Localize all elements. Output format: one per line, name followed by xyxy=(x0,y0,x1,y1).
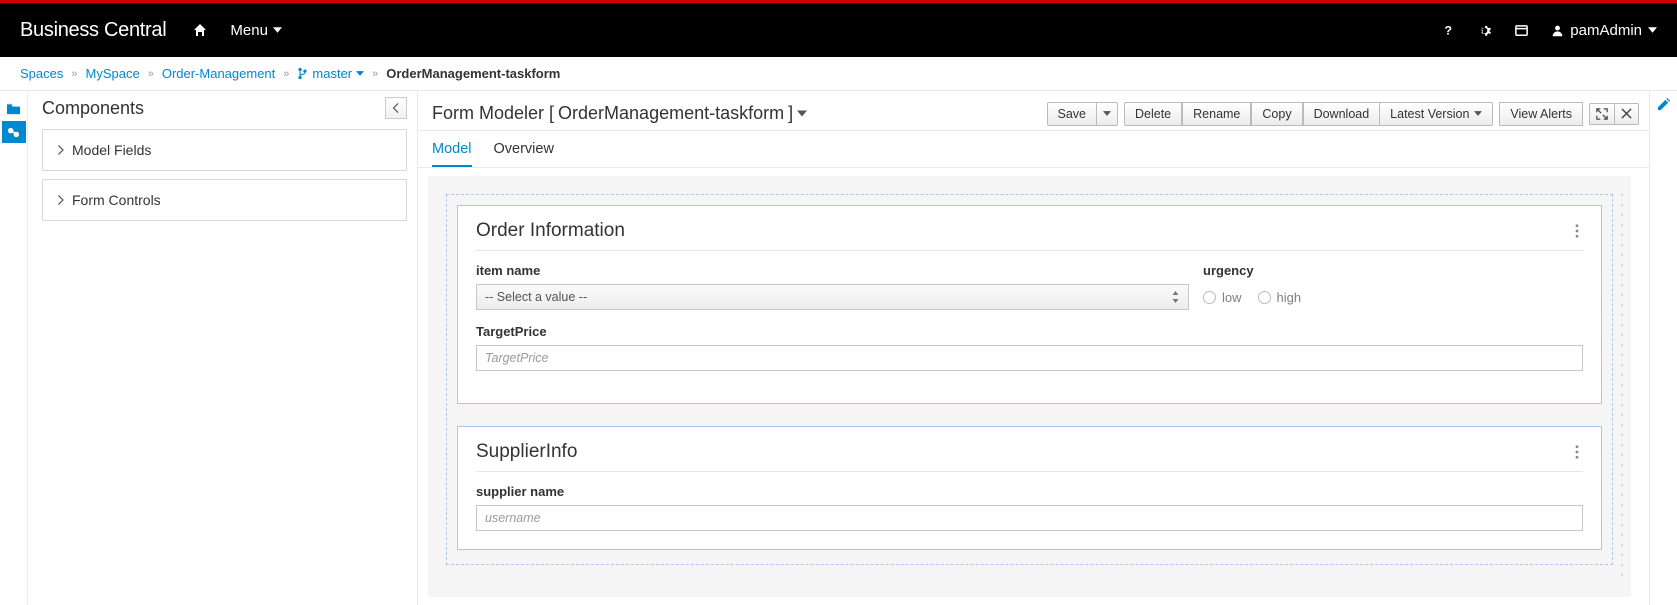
project-explorer-icon[interactable] xyxy=(2,97,26,119)
panel-menu-icon[interactable] xyxy=(1571,224,1583,238)
panel-title: Order Information xyxy=(476,220,625,242)
breadcrumb-sep: » xyxy=(283,68,289,80)
radio-label: high xyxy=(1277,290,1302,305)
urgency-radio-group: low high xyxy=(1203,284,1583,310)
brand-title: Business Central xyxy=(20,19,166,42)
help-icon[interactable]: ? xyxy=(1441,23,1455,37)
editor-header: Form Modeler [OrderManagement-taskform] … xyxy=(418,91,1649,131)
menu-toggle[interactable]: Menu xyxy=(230,22,282,39)
editor-title[interactable]: Form Modeler [OrderManagement-taskform] xyxy=(432,103,807,124)
copy-button[interactable]: Copy xyxy=(1251,102,1302,126)
chevron-right-icon xyxy=(57,145,64,155)
user-label: pamAdmin xyxy=(1570,22,1642,39)
editor-area: Form Modeler [OrderManagement-taskform] … xyxy=(418,91,1649,605)
target-price-label: TargetPrice xyxy=(476,324,1583,339)
right-rail xyxy=(1649,91,1677,605)
select-arrows-icon xyxy=(1171,291,1180,303)
supplier-name-input[interactable] xyxy=(476,505,1583,531)
select-placeholder: -- Select a value -- xyxy=(485,290,587,304)
editor-title-suffix: ] xyxy=(788,103,793,124)
svg-text:?: ? xyxy=(1445,23,1452,37)
breadcrumb-spaces[interactable]: Spaces xyxy=(20,66,63,81)
expand-icon xyxy=(1596,108,1608,120)
radio-icon xyxy=(1258,291,1271,304)
breadcrumb: Spaces » MySpace » Order-Management » ma… xyxy=(0,57,1677,91)
radio-label: low xyxy=(1222,290,1242,305)
branch-selector[interactable]: master xyxy=(297,66,364,81)
download-button[interactable]: Download xyxy=(1303,102,1381,126)
edit-icon[interactable] xyxy=(1656,97,1671,605)
breadcrumb-project[interactable]: Order-Management xyxy=(162,66,275,81)
breadcrumb-current: OrderManagement-taskform xyxy=(386,66,560,81)
breadcrumb-sep: » xyxy=(372,68,378,80)
item-name-label: item name xyxy=(476,263,1189,278)
topbar-right: ? pamAdmin xyxy=(1441,22,1657,39)
accordion-model-fields[interactable]: Model Fields xyxy=(42,129,407,171)
chevron-right-icon xyxy=(57,195,64,205)
left-rail xyxy=(0,91,28,605)
editor-toolbar: Save Delete Rename Copy Download Latest … xyxy=(1047,102,1640,126)
accordion-form-controls[interactable]: Form Controls xyxy=(42,179,407,221)
user-menu[interactable]: pamAdmin xyxy=(1551,22,1657,39)
breadcrumb-sep: » xyxy=(71,68,77,80)
chevron-down-icon xyxy=(1103,111,1111,116)
tab-model[interactable]: Model xyxy=(432,141,472,167)
chevron-down-icon xyxy=(273,27,282,33)
tab-bar: Model Overview xyxy=(418,131,1649,168)
branch-icon xyxy=(297,67,308,80)
editor-title-name: OrderManagement-taskform xyxy=(558,103,784,124)
urgency-radio-low[interactable]: low xyxy=(1203,290,1242,305)
top-navbar: Business Central Menu ? pamAdmin xyxy=(0,3,1677,57)
urgency-radio-high[interactable]: high xyxy=(1258,290,1302,305)
components-title: Components xyxy=(42,98,144,119)
chevron-left-icon xyxy=(392,103,400,113)
latest-version-button[interactable]: Latest Version xyxy=(1380,102,1493,126)
workspace: Components Model Fields Form Controls Fo… xyxy=(0,91,1677,605)
view-alerts-button[interactable]: View Alerts xyxy=(1499,102,1583,126)
form-canvas: Order Information item name -- Select a … xyxy=(428,176,1631,597)
home-icon[interactable] xyxy=(192,22,208,38)
components-icon[interactable] xyxy=(2,121,26,143)
save-button[interactable]: Save xyxy=(1047,102,1098,126)
close-button[interactable] xyxy=(1615,103,1639,125)
panel-menu-icon[interactable] xyxy=(1571,445,1583,459)
form-root-frame[interactable]: Order Information item name -- Select a … xyxy=(446,194,1613,565)
chevron-down-icon xyxy=(1474,111,1482,116)
save-dropdown-button[interactable] xyxy=(1097,102,1118,126)
panel-order-information[interactable]: Order Information item name -- Select a … xyxy=(457,205,1602,404)
branch-label: master xyxy=(312,66,352,81)
delete-button[interactable]: Delete xyxy=(1124,102,1182,126)
collapse-panel-button[interactable] xyxy=(385,97,407,119)
chevron-down-icon xyxy=(1648,27,1657,33)
accordion-label: Form Controls xyxy=(72,192,161,208)
radio-icon xyxy=(1203,291,1216,304)
gear-icon[interactable] xyxy=(1477,23,1492,38)
close-icon xyxy=(1621,108,1632,119)
tab-overview[interactable]: Overview xyxy=(494,141,554,167)
editor-title-prefix: Form Modeler [ xyxy=(432,103,554,124)
supplier-name-label: supplier name xyxy=(476,484,1583,499)
apps-icon[interactable] xyxy=(1514,23,1529,38)
chevron-down-icon xyxy=(356,71,364,76)
breadcrumb-myspace[interactable]: MySpace xyxy=(86,66,140,81)
menu-label: Menu xyxy=(230,22,268,39)
panel-supplier-info[interactable]: SupplierInfo supplier name xyxy=(457,426,1602,550)
chevron-down-icon xyxy=(797,110,807,117)
components-panel: Components Model Fields Form Controls xyxy=(28,91,418,605)
expand-button[interactable] xyxy=(1589,103,1615,125)
grid-handle xyxy=(1617,190,1627,583)
item-name-select[interactable]: -- Select a value -- xyxy=(476,284,1189,310)
breadcrumb-sep: » xyxy=(148,68,154,80)
urgency-label: urgency xyxy=(1203,263,1583,278)
accordion-label: Model Fields xyxy=(72,142,151,158)
panel-title: SupplierInfo xyxy=(476,441,577,463)
user-icon xyxy=(1551,24,1564,37)
latest-version-label: Latest Version xyxy=(1390,107,1469,121)
rename-button[interactable]: Rename xyxy=(1182,102,1251,126)
target-price-input[interactable] xyxy=(476,345,1583,371)
